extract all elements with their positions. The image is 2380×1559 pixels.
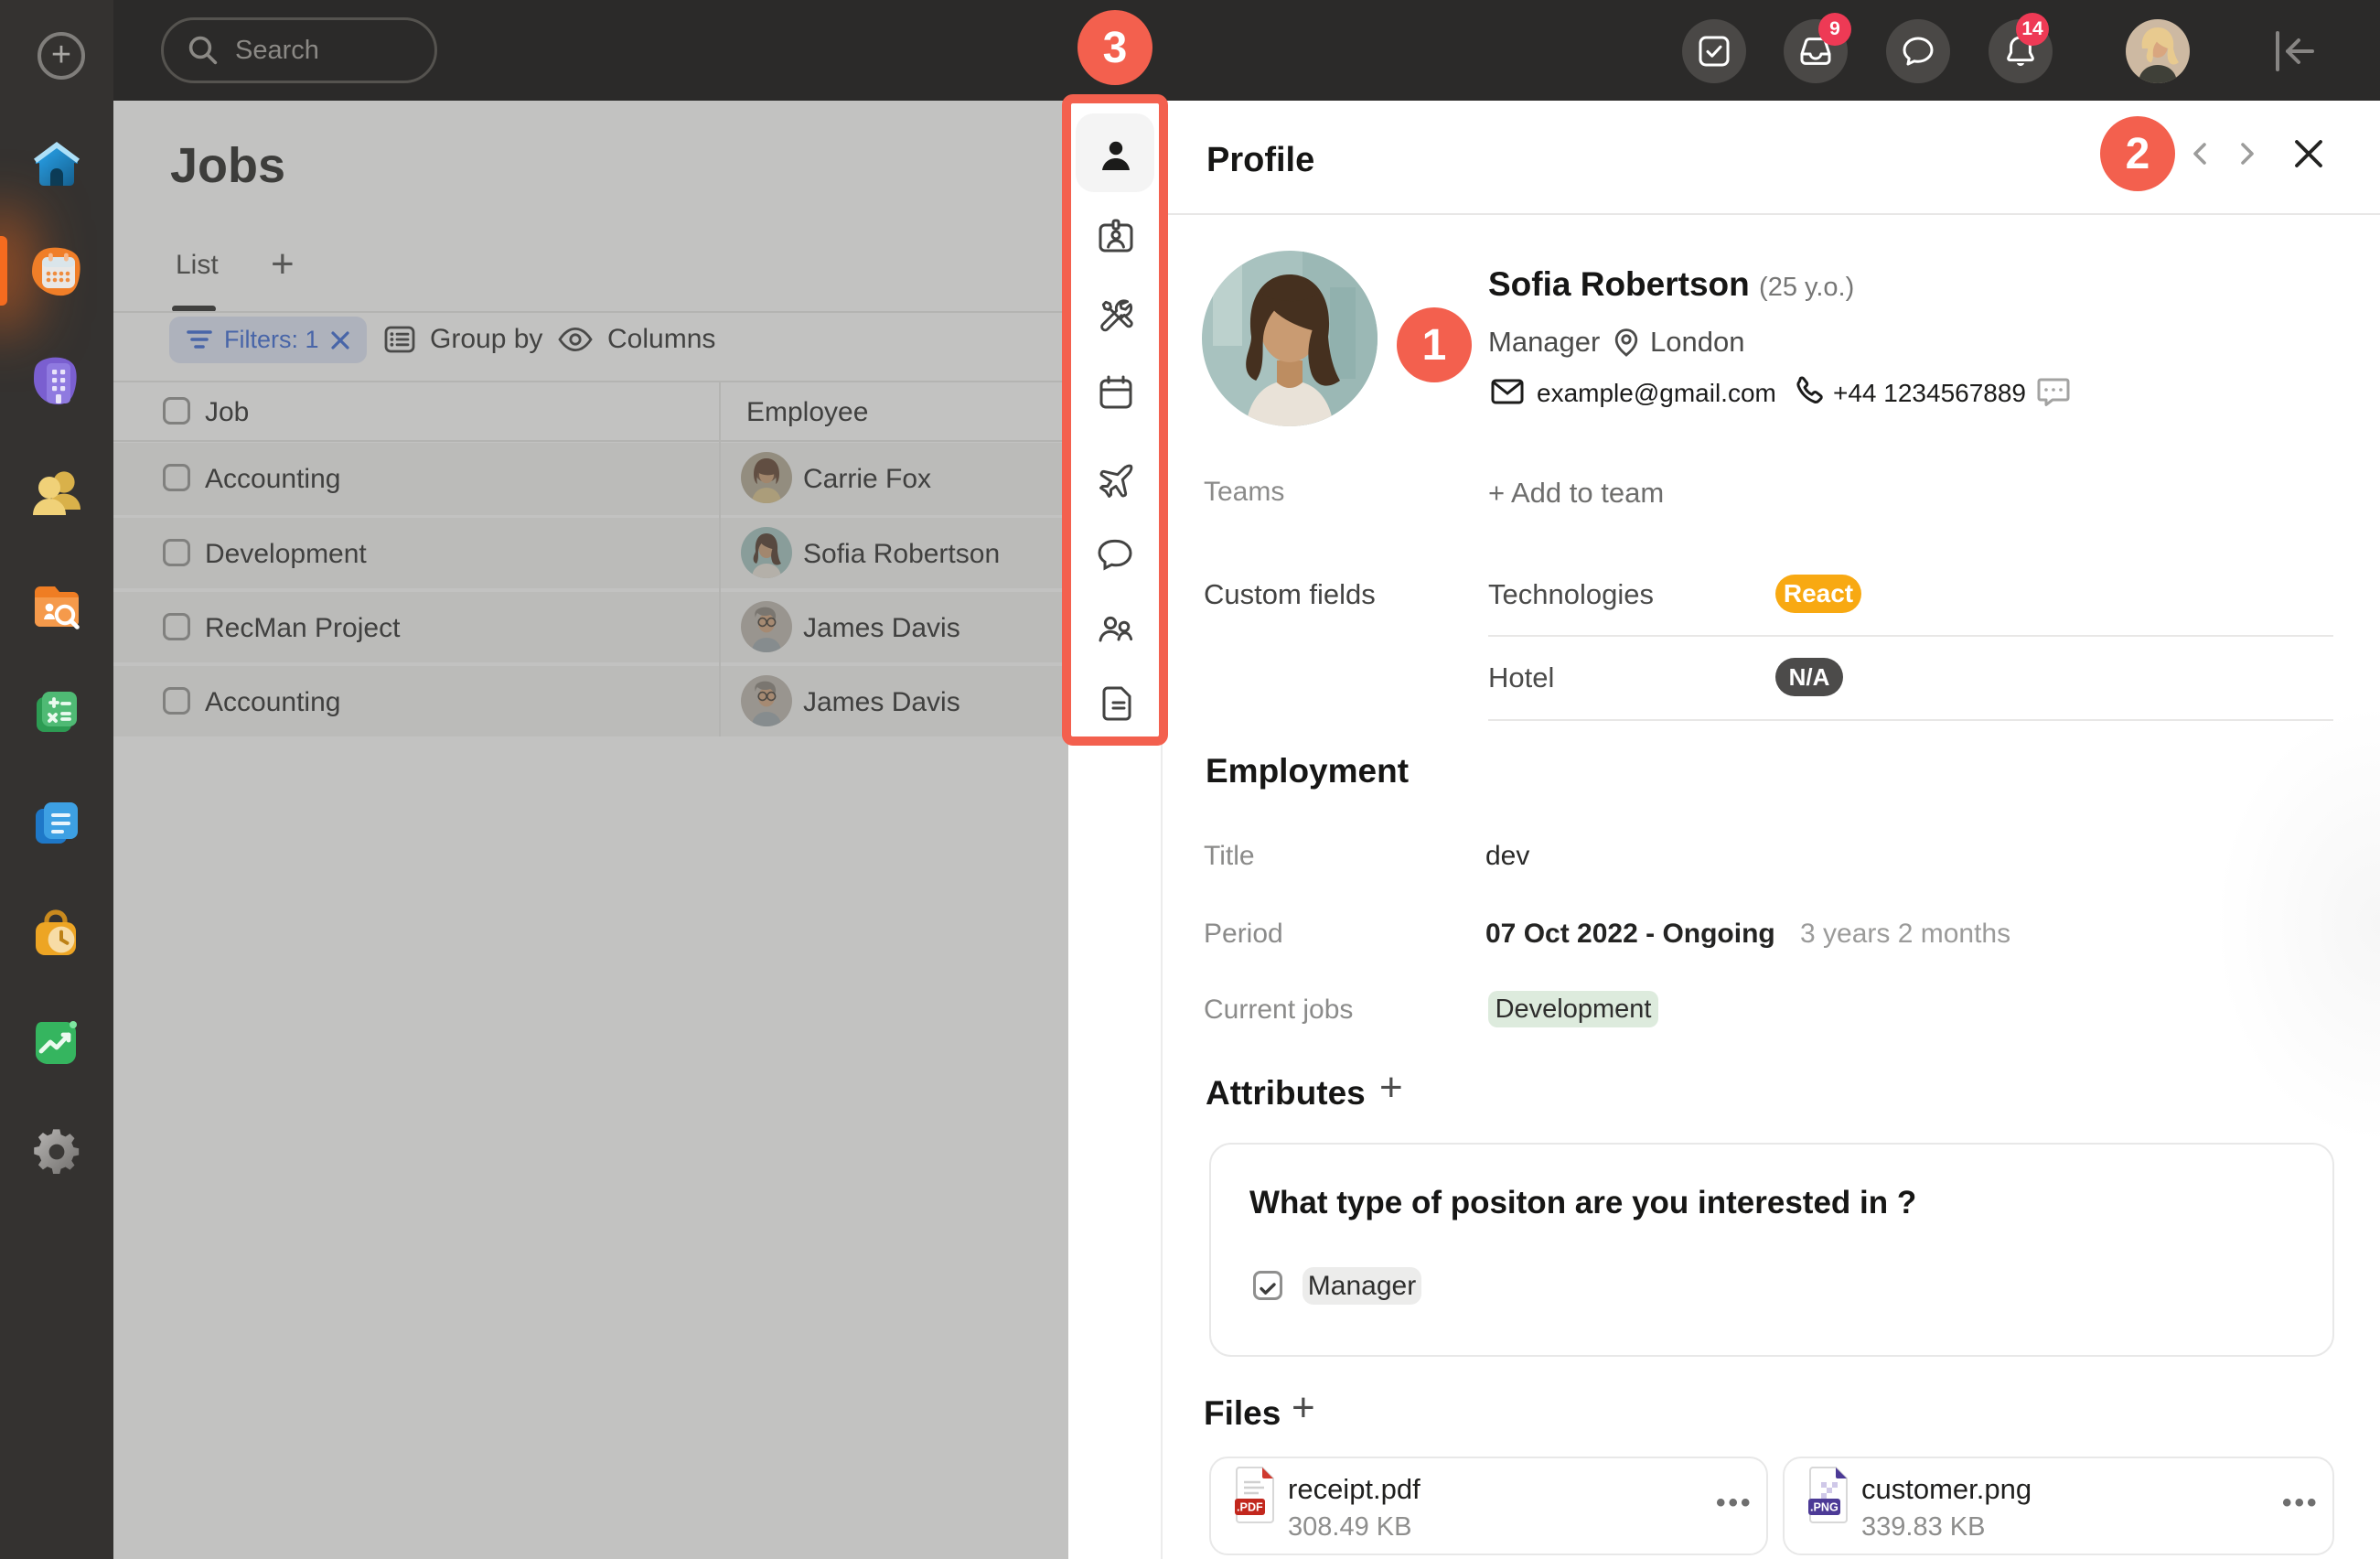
svg-text:.PDF: .PDF <box>1237 1500 1263 1513</box>
svg-text:.PNG: .PNG <box>1810 1500 1839 1513</box>
